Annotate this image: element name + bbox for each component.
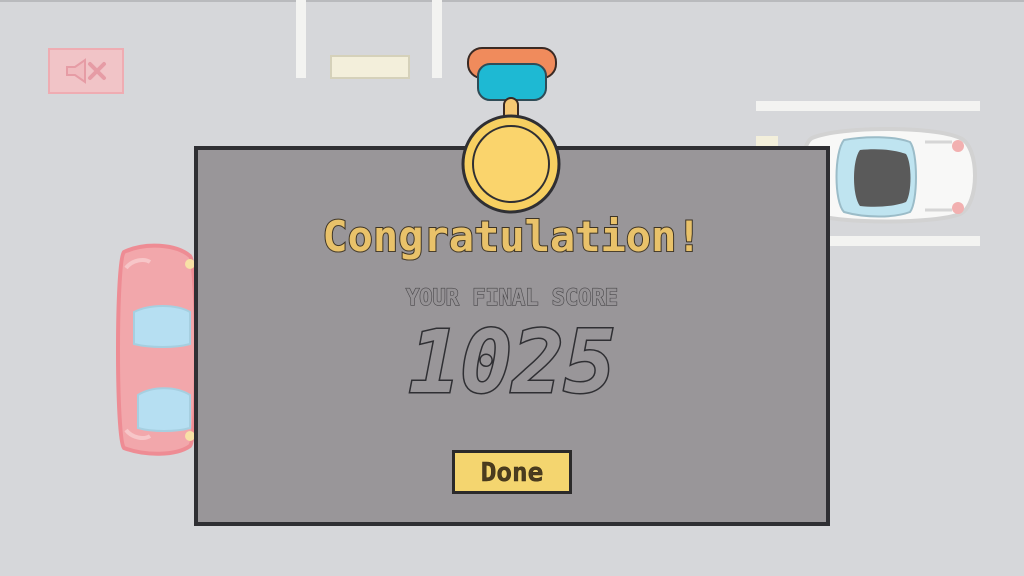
parking-line-top: [756, 101, 980, 111]
parking-line-left: [296, 0, 306, 78]
final-score-label: YOUR FINAL SCORE: [405, 285, 618, 311]
congratulation-title: Congratulation!: [321, 211, 702, 262]
mute-button[interactable]: [48, 48, 124, 94]
parking-line-right: [432, 0, 442, 78]
game-scene: Congratulation! YOUR FINAL SCORE 1025 Do…: [0, 0, 1024, 576]
medal-icon: [461, 47, 561, 214]
final-score-value: 1025: [407, 313, 617, 413]
done-button[interactable]: Done: [452, 450, 572, 494]
parking-stop-marker: [330, 55, 410, 79]
speaker-muted-icon: [66, 58, 106, 84]
